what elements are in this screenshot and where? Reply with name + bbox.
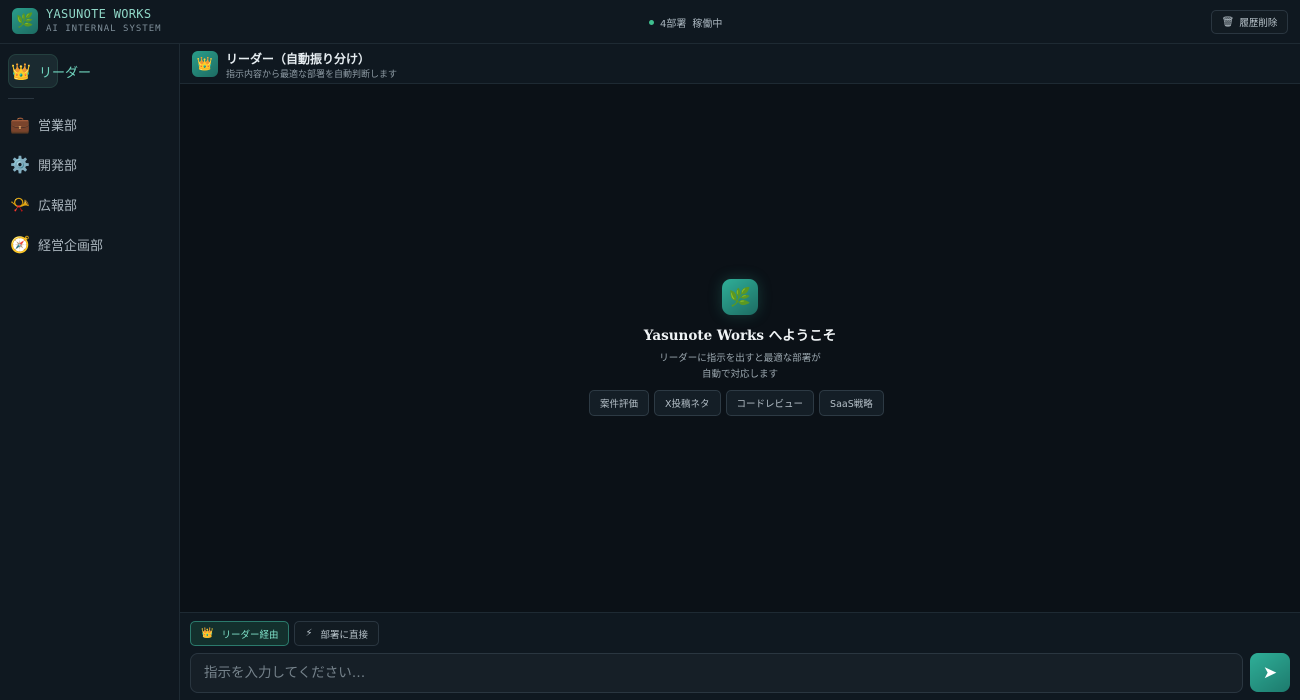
brand-text: YASUNOTE WORKS AI INTERNAL SYSTEM: [46, 7, 162, 34]
input-area: 👑 リーダー経由 ⚡ 部署に直接 ➤: [180, 612, 1300, 700]
leaf-logo-icon: 🌿: [12, 8, 38, 35]
compass-icon: 🧭: [10, 234, 30, 254]
suggestion-chip-saas-strategy[interactable]: SaaS戦略: [819, 390, 884, 416]
welcome-description-line: 自動で対応します: [701, 369, 778, 380]
welcome-description: リーダーに指示を出すと最適な部署が 自動で対応します: [540, 351, 940, 383]
sidebar-item-label: 開発部: [38, 158, 78, 174]
brand-subtitle: AI INTERNAL SYSTEM: [46, 23, 162, 34]
send-button[interactable]: ➤: [1250, 653, 1290, 692]
instruction-input[interactable]: [190, 653, 1243, 693]
sidebar-divider: [8, 98, 34, 99]
sidebar-item-label: 経営企画部: [38, 238, 104, 254]
suggestion-chip-code-review[interactable]: コードレビュー: [725, 390, 815, 416]
crown-icon: 👑: [11, 61, 31, 81]
horn-icon: 📯: [10, 194, 30, 214]
welcome-description-line: リーダーに指示を出すと最適な部署が: [659, 353, 821, 364]
trash-icon: 🗑: [1221, 16, 1235, 28]
page-subtitle: 指示内容から最適な部署を自動判断します: [226, 70, 398, 80]
status-indicator: 4部署 稼働中: [649, 15, 722, 30]
tab-via-leader[interactable]: 👑 リーダー経由: [190, 621, 290, 646]
sidebar-item-label: 広報部: [38, 198, 78, 214]
clear-history-button[interactable]: 🗑 履歴削除: [1211, 10, 1288, 34]
tab-label: リーダー経由: [221, 629, 279, 641]
tab-direct-department[interactable]: ⚡ 部署に直接: [294, 621, 380, 646]
sidebar-item-leader[interactable]: 👑 リーダー: [8, 54, 91, 88]
crown-icon: 👑: [201, 628, 214, 639]
sidebar-item-sales[interactable]: 💼 営業部: [8, 107, 77, 141]
leaf-icon: 🌿: [722, 279, 758, 315]
briefcase-icon: 💼: [10, 114, 30, 134]
top-bar: 🌿 YASUNOTE WORKS AI INTERNAL SYSTEM 4部署 …: [0, 0, 1300, 44]
suggestion-chip-x-post[interactable]: X投稿ネタ: [654, 390, 721, 416]
gear-icon: ⚙️: [10, 154, 30, 174]
sidebar-item-planning[interactable]: 🧭 経営企画部: [8, 227, 103, 261]
send-arrow-icon: ➤: [1262, 662, 1278, 682]
status-dot-icon: [649, 20, 654, 25]
crown-icon: 👑: [192, 51, 218, 77]
sidebar-item-pr[interactable]: 📯 広報部: [8, 187, 77, 221]
suggestion-chips: 案件評価 X投稿ネタ コードレビュー SaaS戦略: [589, 390, 889, 416]
page-title: リーダー（自動振り分け）: [226, 52, 371, 66]
lightning-icon: ⚡: [305, 628, 313, 639]
clear-history-label: 履歴削除: [1239, 18, 1278, 29]
sidebar-item-label: リーダー: [39, 65, 92, 81]
brand-name: YASUNOTE WORKS: [46, 7, 152, 21]
status-count: 4部署: [660, 19, 687, 30]
status-state: 稼働中: [692, 19, 723, 30]
tab-label: 部署に直接: [320, 629, 369, 641]
brand: 🌿 YASUNOTE WORKS AI INTERNAL SYSTEM: [12, 7, 162, 35]
suggestion-chip-case-eval[interactable]: 案件評価: [589, 390, 650, 416]
sidebar-item-label: 営業部: [38, 118, 78, 134]
sidebar-item-development[interactable]: ⚙️ 開発部: [8, 147, 77, 181]
mode-tabs: 👑 リーダー経由 ⚡ 部署に直接: [190, 621, 384, 646]
sidebar: 👑 リーダー 💼 営業部 ⚙️ 開発部 📯 広報部 🧭 経営企画部: [0, 44, 180, 700]
main-header: 👑 リーダー（自動振り分け） 指示内容から最適な部署を自動判断します: [180, 44, 1300, 84]
welcome-title: Yasunote Works へようこそ: [643, 328, 837, 344]
